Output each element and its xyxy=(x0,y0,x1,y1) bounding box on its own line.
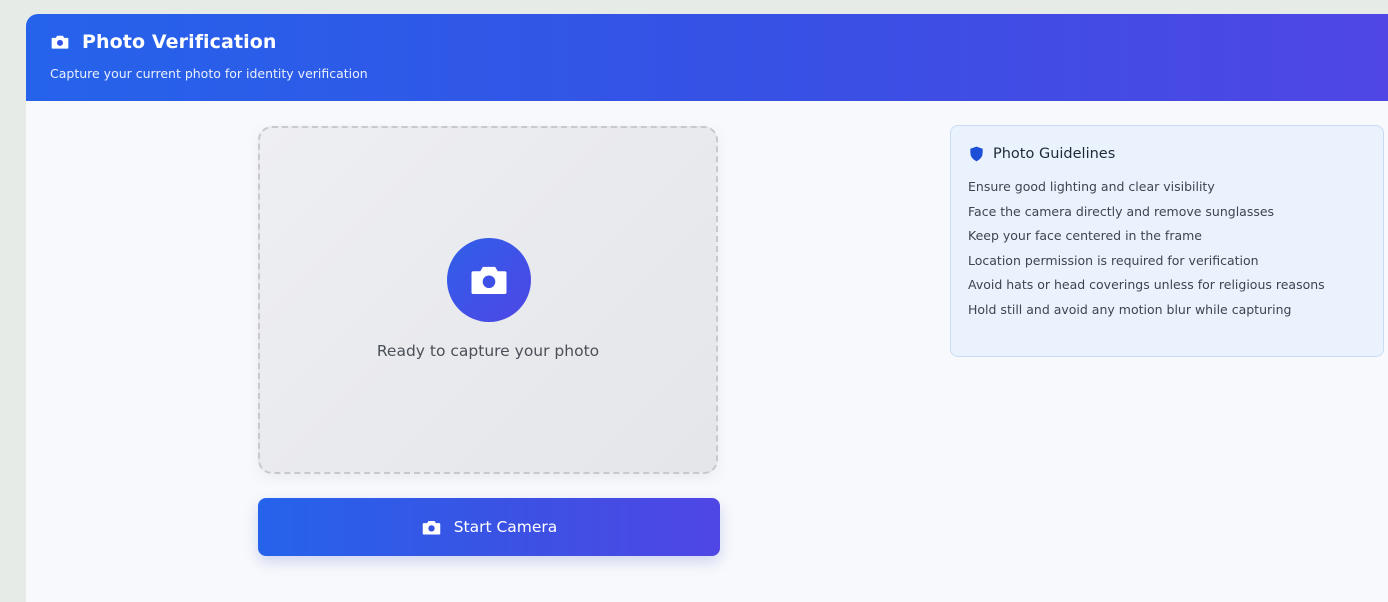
camera-icon xyxy=(51,35,69,49)
start-camera-label: Start Camera xyxy=(453,518,558,536)
photo-capture-area: Ready to capture your photo xyxy=(258,126,718,474)
shield-icon xyxy=(970,146,983,162)
guideline-item: Face the camera directly and remove sung… xyxy=(968,203,1275,219)
photo-guidelines-panel: Photo Guidelines Ensure good lighting an… xyxy=(950,125,1384,357)
guideline-item: Location permission is required for veri… xyxy=(968,252,1259,268)
photo-verification-card: Photo Verification Capture your current … xyxy=(26,14,1388,602)
guidelines-list: Ensure good lighting and clear visibilit… xyxy=(968,178,1348,325)
page-subtitle: Capture your current photo for identity … xyxy=(50,66,368,81)
guideline-item: Ensure good lighting and clear visibilit… xyxy=(968,179,1215,194)
guideline-item: Hold still and avoid any motion blur whi… xyxy=(968,301,1292,317)
header-banner: Photo Verification Capture your current … xyxy=(26,14,1388,101)
capture-status-text: Ready to capture your photo xyxy=(376,342,600,360)
camera-icon xyxy=(422,520,440,534)
camera-icon xyxy=(471,266,507,294)
guideline-item: Keep your face centered in the frame xyxy=(968,228,1203,243)
page-title: Photo Verification xyxy=(82,31,277,53)
capture-camera-badge xyxy=(447,238,531,322)
guideline-item: Avoid hats or head coverings unless for … xyxy=(968,277,1325,292)
start-camera-button[interactable]: Start Camera xyxy=(258,498,720,556)
guidelines-title: Photo Guidelines xyxy=(993,146,1116,162)
guidelines-header: Photo Guidelines xyxy=(969,146,1115,162)
header-title-row: Photo Verification xyxy=(50,31,277,53)
